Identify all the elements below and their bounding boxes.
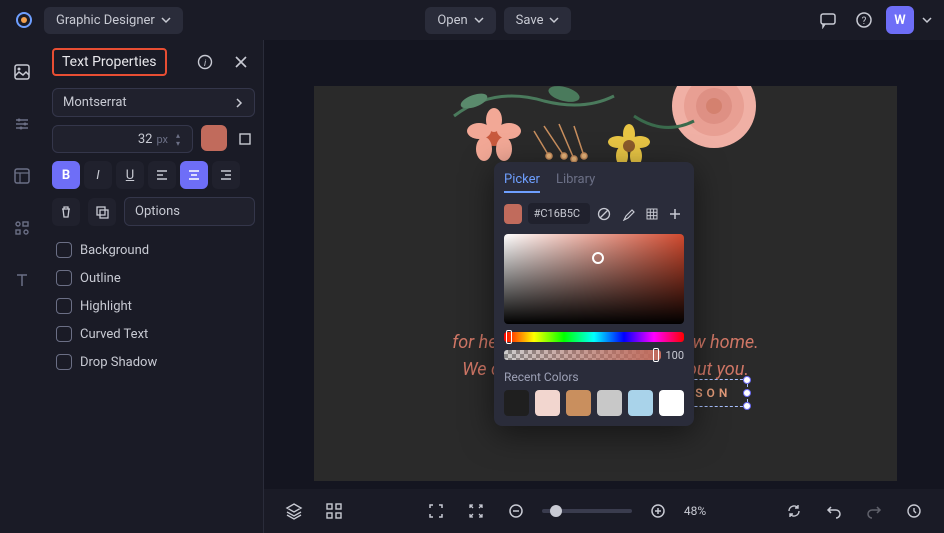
check-curved-text[interactable]: Curved Text xyxy=(52,320,255,348)
chat-icon[interactable] xyxy=(814,6,842,34)
bottombar: 48% xyxy=(264,489,944,533)
zoom-value: 48% xyxy=(684,504,706,518)
text-color-swatch[interactable] xyxy=(201,125,227,151)
recent-color-swatch[interactable] xyxy=(566,390,591,416)
mode-select[interactable]: Graphic Designer xyxy=(44,7,183,34)
recent-colors-label: Recent Colors xyxy=(504,370,684,384)
recent-color-swatch[interactable] xyxy=(628,390,653,416)
alpha-slider[interactable] xyxy=(504,350,661,360)
resize-handle[interactable] xyxy=(743,402,751,410)
checkbox-icon xyxy=(56,242,72,258)
panel-title: Text Properties xyxy=(52,48,167,76)
fit-screen-icon[interactable] xyxy=(422,497,450,525)
avatar[interactable]: W xyxy=(886,6,914,34)
zoom-slider[interactable] xyxy=(542,509,632,513)
zoom-out-icon[interactable] xyxy=(502,497,530,525)
svg-text:?: ? xyxy=(862,16,867,27)
iconbar xyxy=(0,40,44,533)
info-icon[interactable]: i xyxy=(191,48,219,76)
align-left-icon[interactable] xyxy=(148,161,176,189)
italic-button[interactable]: I xyxy=(84,161,112,189)
chevron-down-icon xyxy=(474,15,484,25)
recent-color-swatch[interactable] xyxy=(504,390,529,416)
chevron-down-icon xyxy=(161,15,171,25)
undo-icon[interactable] xyxy=(820,497,848,525)
font-size-input[interactable]: 32 px ▴▾ xyxy=(52,125,193,153)
align-right-icon[interactable] xyxy=(212,161,240,189)
chevron-right-icon xyxy=(234,98,244,108)
topbar: Graphic Designer Open Save ? W xyxy=(0,0,944,40)
recent-colors xyxy=(504,390,684,416)
open-label: Open xyxy=(437,13,467,28)
text-icon[interactable] xyxy=(8,266,36,294)
hue-handle xyxy=(506,330,512,344)
check-background[interactable]: Background xyxy=(52,236,255,264)
checkbox-icon xyxy=(56,270,72,286)
mode-label: Graphic Designer xyxy=(56,13,155,28)
align-center-icon[interactable] xyxy=(180,161,208,189)
chevron-down-icon[interactable] xyxy=(922,15,932,25)
zoom-thumb xyxy=(550,505,562,517)
alpha-value: 100 xyxy=(665,349,684,362)
delete-icon[interactable] xyxy=(52,198,80,226)
grid-view-icon[interactable] xyxy=(320,497,348,525)
canvas-area[interactable]: Picker Library 100 Recent Colors xyxy=(264,40,944,533)
save-button[interactable]: Save xyxy=(504,7,572,34)
no-color-icon[interactable] xyxy=(596,204,614,224)
svg-text:i: i xyxy=(204,59,207,69)
size-unit: px xyxy=(156,133,168,146)
current-color-swatch xyxy=(504,204,522,224)
check-drop-shadow[interactable]: Drop Shadow xyxy=(52,348,255,376)
underline-button[interactable]: U xyxy=(116,161,144,189)
saturation-lightness-picker[interactable] xyxy=(504,234,684,324)
check-outline[interactable]: Outline xyxy=(52,264,255,292)
sl-cursor xyxy=(592,252,604,264)
plus-icon[interactable] xyxy=(666,204,684,224)
tab-picker[interactable]: Picker xyxy=(504,172,540,193)
history-icon[interactable] xyxy=(900,497,928,525)
text-properties-panel: Text Properties i Montserrat 32 px ▴▾ B … xyxy=(44,40,264,533)
tab-library[interactable]: Library xyxy=(556,172,595,193)
elements-icon[interactable] xyxy=(8,214,36,242)
chevron-down-icon xyxy=(549,15,559,25)
font-name: Montserrat xyxy=(63,95,127,110)
grid-icon[interactable] xyxy=(643,204,661,224)
refresh-icon[interactable] xyxy=(780,497,808,525)
hex-input[interactable] xyxy=(528,203,590,224)
layers-icon[interactable] xyxy=(280,497,308,525)
hue-slider[interactable] xyxy=(504,332,684,342)
size-value: 32 xyxy=(138,132,153,147)
bold-button[interactable]: B xyxy=(52,161,80,189)
checkbox-icon xyxy=(56,354,72,370)
check-highlight[interactable]: Highlight xyxy=(52,292,255,320)
recent-color-swatch[interactable] xyxy=(659,390,684,416)
resize-handle[interactable] xyxy=(743,389,751,397)
app-logo[interactable] xyxy=(12,8,36,32)
image-icon[interactable] xyxy=(8,58,36,86)
open-button[interactable]: Open xyxy=(425,7,495,34)
zoom-in-icon[interactable] xyxy=(644,497,672,525)
redo-icon[interactable] xyxy=(860,497,888,525)
resize-handle[interactable] xyxy=(743,376,751,384)
sliders-icon[interactable] xyxy=(8,110,36,138)
help-icon[interactable]: ? xyxy=(850,6,878,34)
duplicate-icon[interactable] xyxy=(88,198,116,226)
checkbox-icon xyxy=(56,298,72,314)
close-icon[interactable] xyxy=(227,48,255,76)
eyedropper-icon[interactable] xyxy=(619,204,637,224)
checkbox-icon xyxy=(56,326,72,342)
fullscreen-icon[interactable] xyxy=(462,497,490,525)
font-select[interactable]: Montserrat xyxy=(52,88,255,117)
size-down-icon[interactable]: ▾ xyxy=(172,139,184,147)
color-picker-popover: Picker Library 100 Recent Colors xyxy=(494,162,694,426)
alpha-handle xyxy=(653,348,659,362)
recent-color-swatch[interactable] xyxy=(535,390,560,416)
color-more-icon[interactable] xyxy=(235,125,255,153)
recent-color-swatch[interactable] xyxy=(597,390,622,416)
templates-icon[interactable] xyxy=(8,162,36,190)
save-label: Save xyxy=(516,13,544,28)
options-button[interactable]: Options xyxy=(124,197,255,226)
